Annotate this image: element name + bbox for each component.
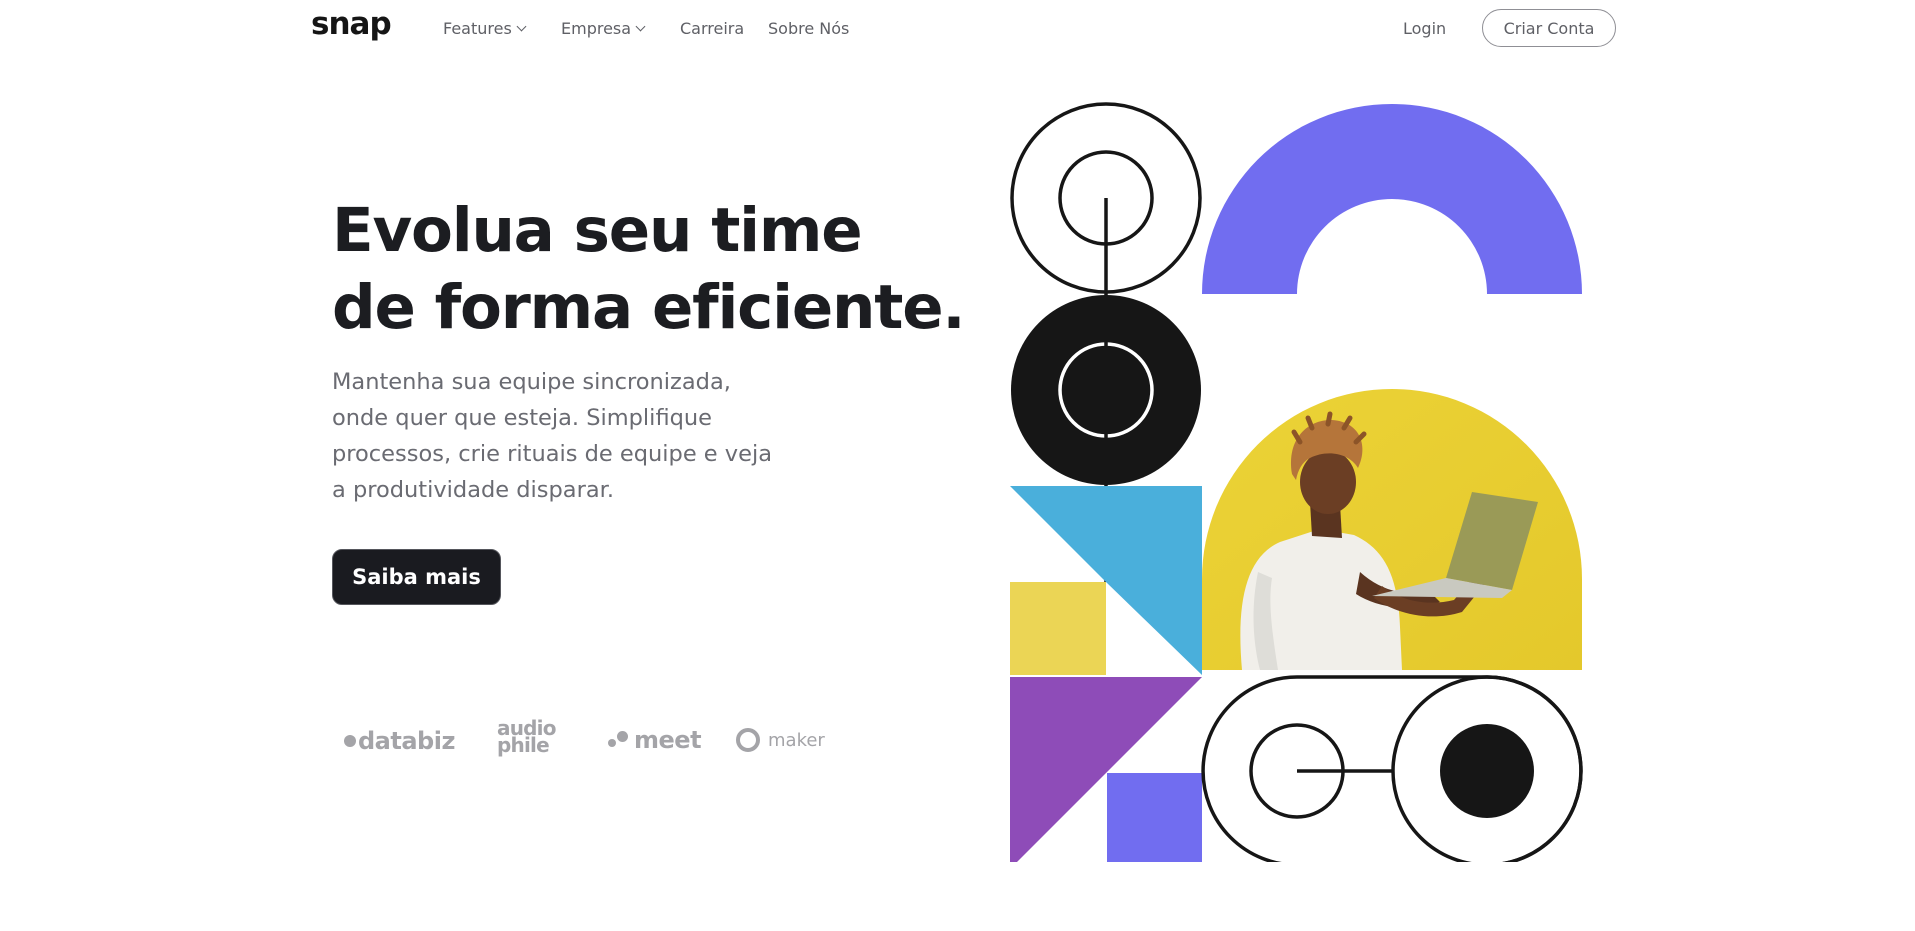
hero-illustration xyxy=(1010,102,1583,862)
hero-description-line: a produtividade disparar. xyxy=(332,477,614,503)
audiophile-wordmark-bottom: phile xyxy=(497,733,550,757)
databiz-wordmark: databiz xyxy=(358,727,455,755)
yellow-square xyxy=(1010,582,1106,675)
nav-item-carreira[interactable]: Carreira xyxy=(680,19,744,38)
nav-item-label: Features xyxy=(443,19,512,38)
person-photo xyxy=(1202,389,1582,670)
purple-square xyxy=(1107,773,1202,862)
hero-title: Evolua seu time de forma eficiente. xyxy=(332,192,966,346)
nav-item-label: Empresa xyxy=(561,19,632,38)
chevron-down-icon xyxy=(516,21,527,32)
databiz-dot-icon xyxy=(344,735,356,747)
nav-item-sobre-nos[interactable]: Sobre Nós xyxy=(768,19,849,38)
hero-description-line: processos, crie rituais de equipe e veja xyxy=(332,441,773,467)
hero-title-line: de forma eficiente. xyxy=(332,272,966,343)
nav-item-features[interactable]: Features xyxy=(443,19,527,38)
snap-logo[interactable]: snap xyxy=(311,6,392,42)
maker-logo: maker xyxy=(736,728,825,752)
pill-circle-filled xyxy=(1440,724,1534,818)
nav-item-label: Carreira xyxy=(680,19,745,38)
top-navbar: snap Features Empresa Carreira Sobre Nós… xyxy=(0,0,1915,58)
login-link[interactable]: Login xyxy=(1403,19,1446,38)
chevron-down-icon xyxy=(635,21,646,32)
nav-item-label: Sobre Nós xyxy=(768,19,850,38)
meet-logo: meet xyxy=(608,726,702,754)
hero-title-line: Evolua seu time xyxy=(332,195,863,266)
learn-more-button[interactable]: Saiba mais xyxy=(332,549,501,605)
signup-button[interactable]: Criar Conta xyxy=(1482,9,1616,47)
meet-dots-icon xyxy=(608,729,630,751)
maker-wordmark: maker xyxy=(768,729,825,751)
audiophile-logo: audio phile xyxy=(497,718,556,757)
meet-wordmark: meet xyxy=(634,726,702,754)
nav-item-empresa[interactable]: Empresa xyxy=(561,19,646,38)
purple-arch xyxy=(1202,104,1582,294)
maker-ring-icon xyxy=(736,728,760,752)
hero-description: Mantenha sua equipe sincronizada, onde q… xyxy=(332,364,772,508)
hero-description-line: Mantenha sua equipe sincronizada, xyxy=(332,369,731,395)
databiz-logo: databiz xyxy=(344,727,455,755)
hero-description-line: onde quer que esteja. Simplifique xyxy=(332,405,712,431)
blue-triangle-left xyxy=(1010,486,1106,582)
